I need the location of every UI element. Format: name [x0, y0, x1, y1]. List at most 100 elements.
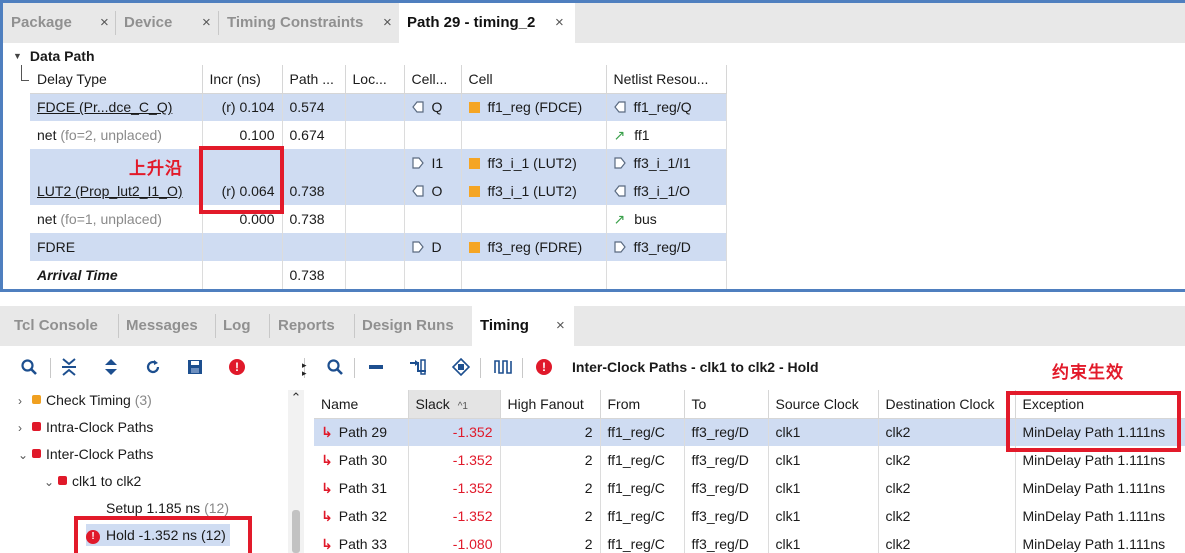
table-row[interactable]: FDRE D ff3_reg (FDRE) ff3_reg/D — [30, 233, 727, 261]
tab-tcl-console[interactable]: Tcl Console — [6, 306, 116, 346]
table-row[interactable]: LUT2 (Prop_lut2_I1_O) (r) 0.064 0.738 O … — [30, 177, 727, 205]
toolbar-separator — [50, 358, 51, 378]
loc-value — [345, 121, 405, 149]
table-row[interactable]: Arrival Time 0.738 — [30, 261, 727, 289]
waveform-icon[interactable] — [492, 356, 514, 378]
col-header-slack[interactable]: Slack ^1 — [408, 390, 501, 419]
scroll-up-icon[interactable]: ⌃ — [288, 390, 304, 408]
col-header-source-clock[interactable]: Source Clock — [768, 390, 879, 419]
table-row[interactable]: ↳ Path 32 -1.352 2 ff1_reg/C ff3_reg/D cl… — [314, 502, 1185, 530]
col-header-location[interactable]: Loc... — [345, 65, 405, 94]
table-row[interactable]: net (fo=2, unplaced) 0.100 0.674 ↗ ff1 — [30, 121, 727, 149]
col-header-delay-type[interactable]: Delay Type — [30, 65, 203, 94]
col-header-high-fanout[interactable]: High Fanout — [500, 390, 601, 419]
col-header-name[interactable]: Name — [314, 390, 409, 419]
path-value: 0.738 — [282, 205, 346, 233]
slack-value: -1.352 — [408, 502, 501, 530]
minus-icon[interactable] — [365, 356, 387, 378]
path-value: 0.674 — [282, 121, 346, 149]
exception-value: MinDelay Path 1.111ns — [1015, 530, 1185, 553]
tab-path-29[interactable]: Path 29 - timing_2 × — [399, 3, 575, 43]
save-icon[interactable] — [184, 356, 206, 378]
tree-item-intra-clock-paths[interactable]: › Intra-Clock Paths — [18, 416, 153, 438]
tab-timing[interactable]: Timing × — [472, 306, 574, 346]
chevron-right-icon[interactable]: › — [18, 390, 32, 412]
chevron-down-icon[interactable]: ⌄ — [18, 444, 32, 466]
netlist-resource[interactable]: ff3_i_1/I1 — [634, 155, 691, 171]
netlist-resource[interactable]: ff3_i_1/O — [634, 183, 691, 199]
warning-icon — [32, 395, 41, 404]
col-header-cell[interactable]: Cell — [461, 65, 607, 94]
table-row[interactable]: ↳ Path 33 -1.080 2 ff1_reg/C ff3_reg/D cl… — [314, 530, 1185, 553]
route-icon[interactable] — [407, 356, 429, 378]
netlist-resource[interactable]: ff1 — [634, 127, 649, 143]
tab-design-runs[interactable]: Design Runs — [354, 306, 470, 346]
col-header-destination-clock[interactable]: Destination Clock — [878, 390, 1016, 419]
chevron-right-icon[interactable]: › — [18, 417, 32, 439]
col-header-incr[interactable]: Incr (ns) — [202, 65, 283, 94]
tab-label: Device — [124, 14, 173, 31]
source-clock-value: clk1 — [768, 446, 879, 474]
tab-log[interactable]: Log — [215, 306, 269, 346]
data-path-section-header[interactable]: ▼ Data Path — [13, 47, 95, 65]
delay-type-link[interactable]: LUT2 (Prop_lut2_I1_O) — [37, 183, 183, 199]
loc-value — [345, 177, 405, 205]
netlist-resource[interactable]: ff1_reg/Q — [634, 99, 692, 115]
close-icon[interactable]: × — [555, 3, 564, 43]
tab-device[interactable]: Device × — [116, 3, 218, 43]
netlist-resource[interactable]: ff3_reg/D — [634, 239, 691, 255]
tab-reports[interactable]: Reports — [270, 306, 354, 346]
error-icon[interactable]: ! — [533, 356, 555, 378]
tab-package[interactable]: Package × — [3, 3, 115, 43]
expand-all-icon[interactable] — [100, 356, 122, 378]
search-icon[interactable] — [324, 356, 346, 378]
table-row[interactable]: FDCE (Pr...dce_C_Q) (r) 0.104 0.574 Q ff… — [30, 93, 727, 121]
search-icon[interactable] — [18, 356, 40, 378]
tree-item-clk1-to-clk2[interactable]: ⌄ clk1 to clk2 — [44, 470, 141, 492]
table-row[interactable]: ↳ Path 31 -1.352 2 ff1_reg/C ff3_reg/D cl… — [314, 474, 1185, 502]
col-header-cell-pin[interactable]: Cell... — [404, 65, 462, 94]
cell-icon — [468, 186, 480, 197]
cell-pin: O — [431, 183, 443, 199]
tree-item-inter-clock-paths[interactable]: ⌄ Inter-Clock Paths — [18, 443, 153, 465]
output-pin-icon — [411, 185, 424, 197]
panel-splitter-icon[interactable]: ▸ ▸ — [302, 361, 307, 378]
delay-type-link[interactable]: FDCE (Pr...dce_C_Q) — [37, 99, 172, 115]
netlist-resource[interactable]: bus — [634, 211, 657, 227]
incr-value — [202, 261, 283, 289]
results-title: Inter-Clock Paths - clk1 to clk2 - Hold — [572, 359, 819, 375]
tree-item-check-timing[interactable]: › Check Timing (3) — [18, 389, 152, 411]
path-name: Path 29 — [338, 423, 387, 440]
refresh-icon[interactable] — [142, 356, 164, 378]
schematic-icon[interactable] — [450, 356, 472, 378]
rising-edge-annotation: 上升沿 — [129, 159, 183, 179]
scrollbar-thumb[interactable] — [292, 510, 300, 553]
tree-item-label: clk1 to clk2 — [72, 473, 142, 489]
close-icon[interactable]: × — [100, 3, 109, 43]
tab-label: Timing — [480, 317, 529, 334]
col-header-path[interactable]: Path ... — [282, 65, 346, 94]
incr-value: 0.100 — [202, 121, 283, 149]
fanout-value: 2 — [500, 446, 601, 474]
path-name: Path 33 — [338, 535, 387, 552]
chevron-down-icon[interactable]: ⌄ — [44, 471, 58, 493]
tree-item-count: (12) — [204, 500, 229, 516]
error-icon[interactable]: ! — [226, 356, 248, 378]
table-row[interactable]: net (fo=1, unplaced) 0.000 0.738 ↗ bus — [30, 205, 727, 233]
cell-icon — [468, 102, 480, 114]
loc-value — [345, 205, 405, 233]
tab-timing-constraints[interactable]: Timing Constraints × — [219, 3, 399, 43]
col-header-netlist-resource[interactable]: Netlist Resou... — [606, 65, 727, 94]
close-icon[interactable]: × — [556, 306, 565, 346]
cell-pin: D — [431, 239, 442, 255]
path-value — [282, 233, 346, 261]
to-value: ff3_reg/D — [684, 418, 769, 446]
col-header-to[interactable]: To — [684, 390, 769, 419]
close-icon[interactable]: × — [383, 3, 392, 43]
tab-messages[interactable]: Messages — [118, 306, 214, 346]
close-icon[interactable]: × — [202, 3, 211, 43]
chevron-down-icon[interactable]: ▼ — [13, 47, 22, 65]
input-pin-icon — [411, 157, 424, 169]
col-header-from[interactable]: From — [600, 390, 685, 419]
collapse-all-icon[interactable] — [58, 356, 80, 378]
